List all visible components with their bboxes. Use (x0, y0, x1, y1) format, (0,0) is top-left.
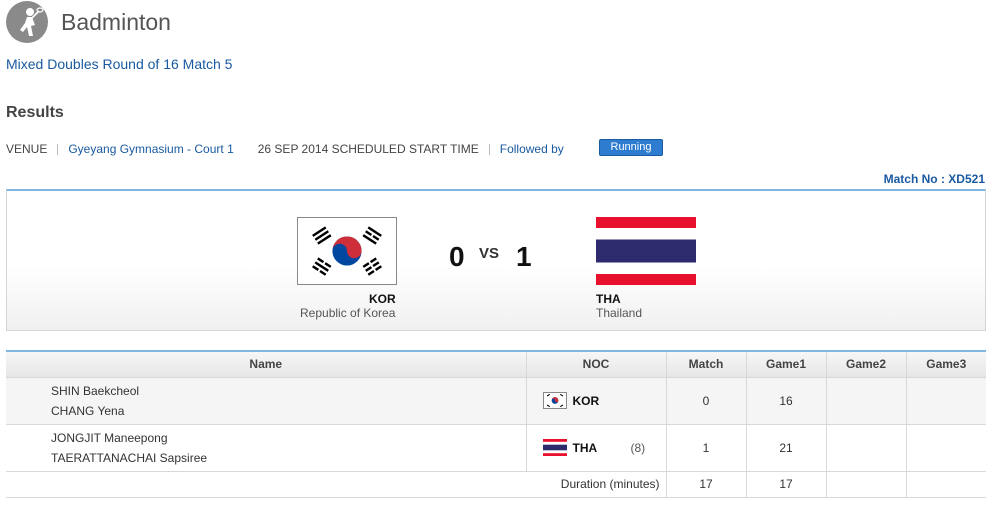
duration-match: 17 (665, 470, 746, 498)
noc-code: KOR (572, 393, 600, 408)
team-a-code: KOR (369, 292, 396, 306)
results-table: Name NOC Match Game1 Game2 Game3 SHIN Ba… (6, 350, 986, 498)
game3-score (905, 423, 986, 471)
player-name: JONGJIT Maneepong (51, 430, 168, 445)
game3-score (905, 376, 986, 424)
column-header-match: Match (665, 350, 746, 377)
results-heading: Results (6, 104, 64, 121)
player-name: SHIN Baekcheol (51, 383, 140, 398)
noc-cell: THA (8) (525, 423, 666, 471)
venue-label: VENUE (6, 142, 48, 156)
event-subtitle-link[interactable]: Mixed Doubles Round of 16 Match 5 (6, 56, 232, 72)
followed-by-link[interactable]: Followed by (500, 142, 564, 156)
thailand-flag (596, 217, 696, 285)
score-team-b: 1 (516, 241, 532, 272)
player-name: CHANG Yena (51, 403, 125, 418)
game2-score (825, 423, 906, 471)
page-title: Badminton (61, 8, 171, 35)
column-header-noc: NOC (525, 350, 666, 377)
status-badge: Running (599, 139, 663, 156)
column-header-game2: Game2 (825, 350, 906, 377)
game1-score: 16 (745, 376, 826, 424)
duration-game3 (905, 470, 986, 498)
score-team-a: 0 (449, 241, 465, 272)
player-name: TAERATTANACHAI Sapsiree (51, 450, 208, 465)
table-row: SHIN Baekcheol CHANG Yena KOR 0 16 (6, 376, 986, 424)
duration-label: Duration (minutes) (6, 470, 666, 498)
korea-flag (297, 217, 397, 285)
schedule-text: 26 SEP 2014 SCHEDULED START TIME (257, 142, 479, 156)
noc-code: THA (572, 440, 598, 455)
team-b-code: THA (596, 292, 621, 306)
match-number: Match No : XD521 (883, 172, 985, 186)
duration-game1: 17 (745, 470, 826, 498)
noc-cell: KOR (525, 376, 666, 424)
table-row: JONGJIT Maneepong TAERATTANACHAI Sapsire… (6, 423, 986, 471)
column-header-name: Name (6, 350, 526, 377)
column-header-game1: Game1 (745, 350, 826, 377)
team-b-name: Thailand (596, 306, 643, 320)
match-score: 1 (665, 423, 746, 471)
venue-link[interactable]: Gyeyang Gymnasium - Court 1 (68, 142, 233, 156)
match-score: 0 (665, 376, 746, 424)
duration-row: Duration (minutes) 17 17 (6, 470, 986, 498)
divider (488, 143, 490, 155)
badminton-player-icon (6, 1, 48, 43)
column-header-game3: Game3 (905, 350, 986, 377)
team-a-name: Republic of Korea (300, 306, 396, 320)
seed: (8) (630, 440, 646, 455)
game2-score (825, 376, 906, 424)
player-names-cell: SHIN Baekcheol CHANG Yena (6, 376, 526, 424)
table-header-row: Name NOC Match Game1 Game2 Game3 (6, 350, 986, 377)
korea-flag (542, 392, 567, 409)
vs-label: VS (479, 245, 500, 262)
player-names-cell: JONGJIT Maneepong TAERATTANACHAI Sapsire… (6, 423, 526, 471)
game1-score: 21 (745, 423, 826, 471)
scoreboard: 0 VS 1 KOR Republic of Korea THA Thailan… (6, 189, 986, 331)
divider (57, 143, 59, 155)
duration-game2 (825, 470, 906, 498)
thailand-flag (542, 439, 567, 456)
page-header: Badminton (6, 0, 171, 44)
